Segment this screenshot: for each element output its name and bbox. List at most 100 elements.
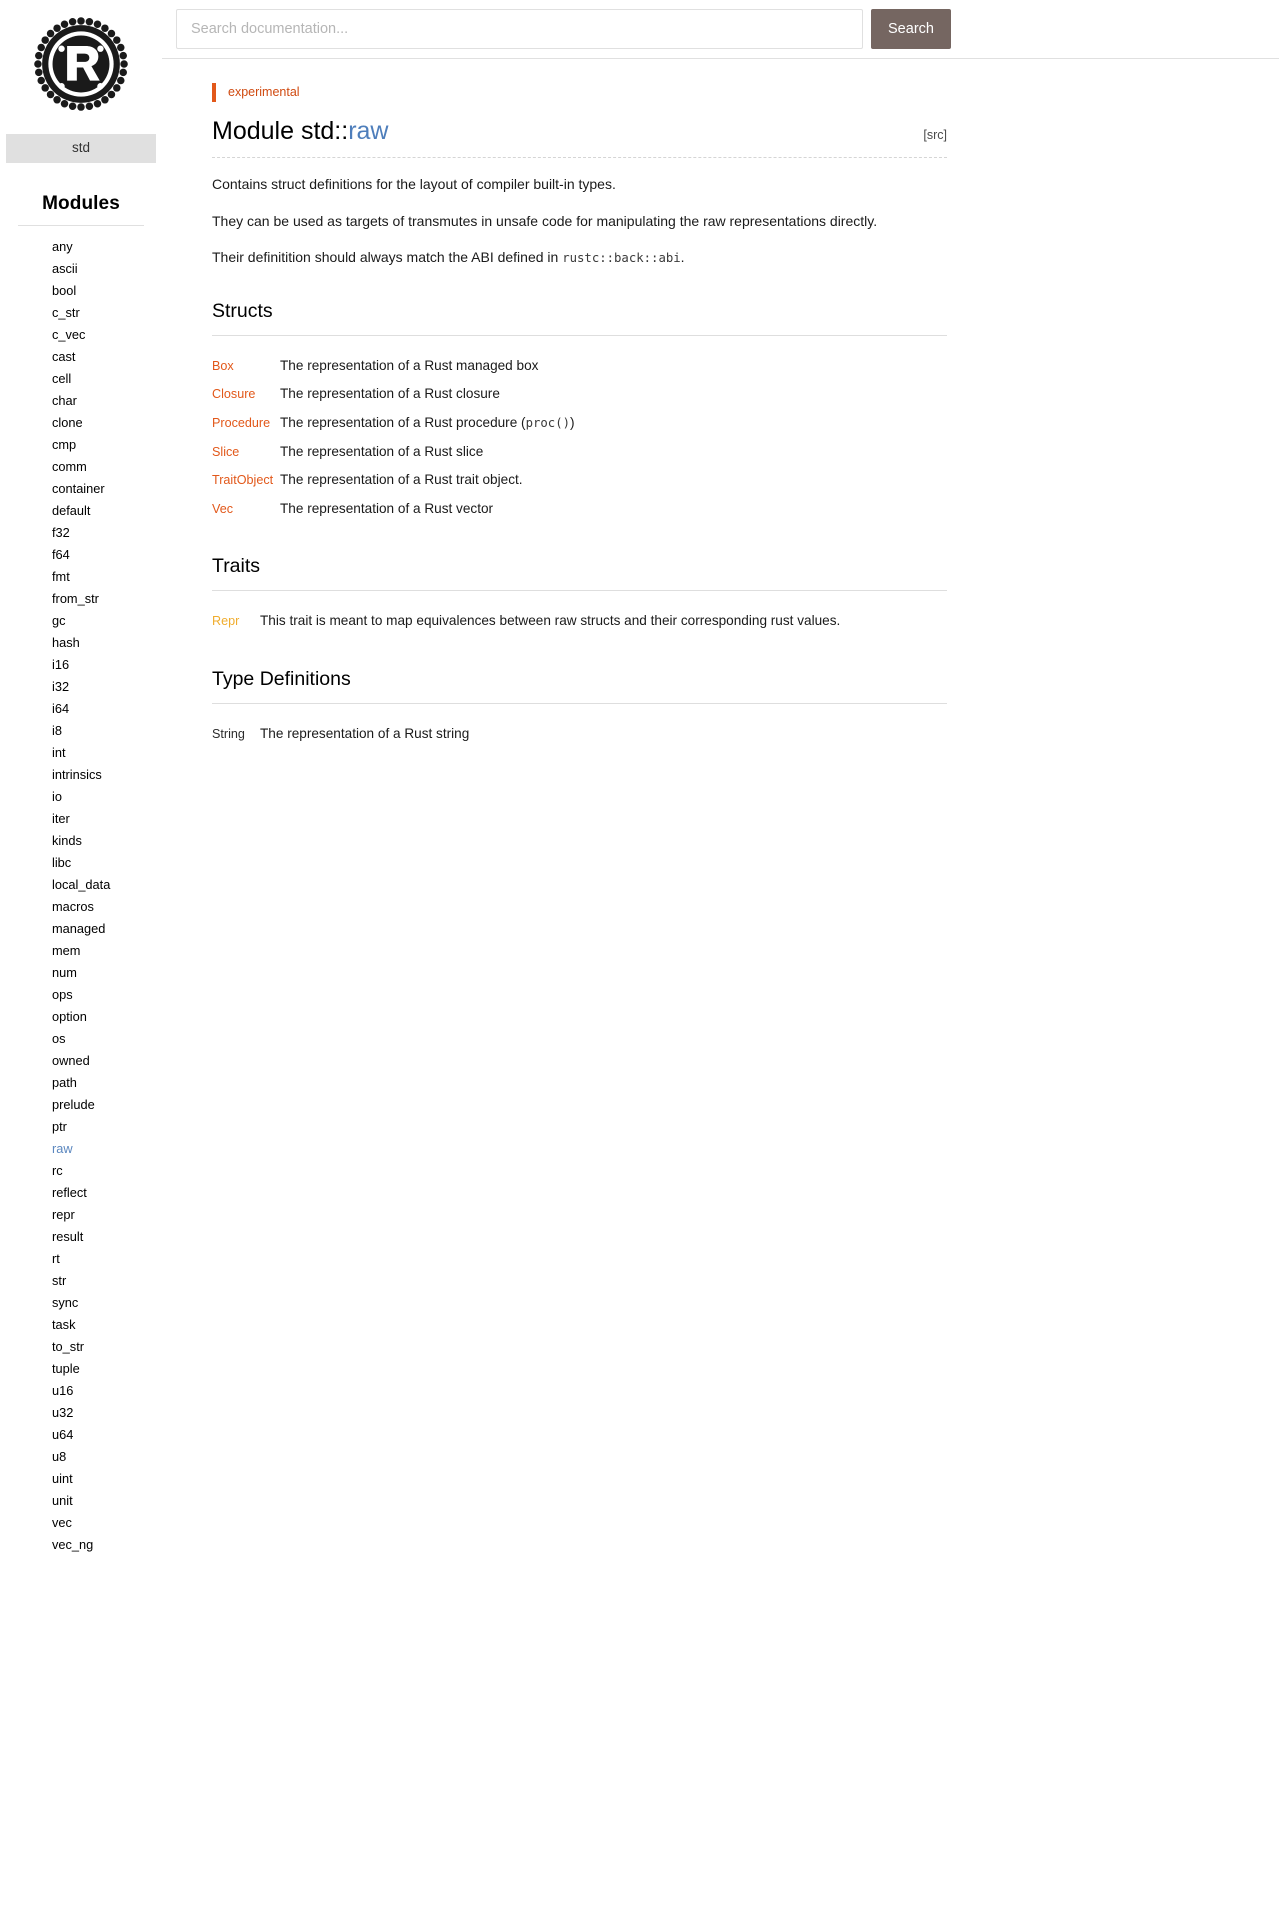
sidebar-item-cell[interactable]: cell: [0, 368, 162, 390]
sidebar-item-f64[interactable]: f64: [0, 544, 162, 566]
sidebar-item-fmt[interactable]: fmt: [0, 566, 162, 588]
sidebar-item-sync[interactable]: sync: [0, 1292, 162, 1314]
item-link-closure[interactable]: Closure: [212, 387, 255, 401]
item-link-procedure[interactable]: Procedure: [212, 416, 270, 430]
structs-table: Box The representation of a Rust managed …: [212, 352, 947, 524]
abi-suffix: .: [680, 248, 685, 265]
sidebar-item-i16[interactable]: i16: [0, 654, 162, 676]
rust-logo[interactable]: [0, 8, 162, 120]
item-desc-text: The representation of a Rust string: [260, 726, 470, 742]
sidebar-item-container[interactable]: container: [0, 478, 162, 500]
sidebar-item-cmp[interactable]: cmp: [0, 434, 162, 456]
table-row: String The representation of a Rust strin…: [212, 720, 947, 749]
item-link-string[interactable]: String: [212, 727, 245, 741]
sidebar-item-prelude[interactable]: prelude: [0, 1094, 162, 1116]
table-row: Vec The representation of a Rust vector: [212, 495, 947, 524]
sidebar-item-any[interactable]: any: [0, 236, 162, 258]
sidebar-item-os[interactable]: os: [0, 1028, 162, 1050]
sidebar-item-uint[interactable]: uint: [0, 1468, 162, 1490]
structs-heading: Structs: [212, 300, 947, 336]
item-desc-cell: The representation of a Rust closure: [280, 380, 947, 409]
sidebar-item-result[interactable]: result: [0, 1226, 162, 1248]
page-title-module: raw: [348, 117, 389, 145]
sidebar-item-clone[interactable]: clone: [0, 412, 162, 434]
item-desc-cell: The representation of a Rust procedure (…: [280, 409, 947, 438]
sidebar-item-u16[interactable]: u16: [0, 1380, 162, 1402]
sidebar-item-hash[interactable]: hash: [0, 632, 162, 654]
sidebar-item-rc[interactable]: rc: [0, 1160, 162, 1182]
sidebar-item-ascii[interactable]: ascii: [0, 258, 162, 280]
sidebar-item-char[interactable]: char: [0, 390, 162, 412]
item-desc-cell: The representation of a Rust vector: [280, 495, 947, 524]
sidebar-item-u8[interactable]: u8: [0, 1446, 162, 1468]
sidebar-item-unit[interactable]: unit: [0, 1490, 162, 1512]
sidebar-item-reflect[interactable]: reflect: [0, 1182, 162, 1204]
item-link-box[interactable]: Box: [212, 359, 234, 373]
sidebar-item-vec[interactable]: vec: [0, 1512, 162, 1534]
sidebar-item-raw[interactable]: raw: [0, 1138, 162, 1160]
sidebar-item-f32[interactable]: f32: [0, 522, 162, 544]
sidebar-item-bool[interactable]: bool: [0, 280, 162, 302]
item-name-cell: Box: [212, 352, 280, 381]
sidebar-item-task[interactable]: task: [0, 1314, 162, 1336]
sidebar-item-kinds[interactable]: kinds: [0, 830, 162, 852]
sidebar-item-vec_ng[interactable]: vec_ng: [0, 1534, 162, 1556]
sidebar-item-tuple[interactable]: tuple: [0, 1358, 162, 1380]
typedefs-table: String The representation of a Rust strin…: [212, 720, 947, 749]
sidebar-item-i64[interactable]: i64: [0, 698, 162, 720]
sidebar-item-rt[interactable]: rt: [0, 1248, 162, 1270]
sidebar-item-local_data[interactable]: local_data: [0, 874, 162, 896]
sidebar-item-intrinsics[interactable]: intrinsics: [0, 764, 162, 786]
sidebar-item-str[interactable]: str: [0, 1270, 162, 1292]
search-button[interactable]: Search: [871, 9, 951, 49]
item-name-cell: Repr: [212, 607, 260, 636]
sidebar-item-int[interactable]: int: [0, 742, 162, 764]
sidebar-item-to_str[interactable]: to_str: [0, 1336, 162, 1358]
sidebar-item-option[interactable]: option: [0, 1006, 162, 1028]
table-row: Repr This trait is meant to map equivalen…: [212, 607, 947, 636]
item-desc-text: This trait is meant to map equivalences …: [260, 613, 841, 629]
sidebar-item-managed[interactable]: managed: [0, 918, 162, 940]
table-row: Box The representation of a Rust managed …: [212, 352, 947, 381]
item-name-cell: Procedure: [212, 409, 280, 438]
sidebar-item-macros[interactable]: macros: [0, 896, 162, 918]
src-link[interactable]: [src]: [923, 128, 947, 144]
stability-badge: experimental: [212, 83, 947, 102]
item-link-repr[interactable]: Repr: [212, 614, 239, 628]
sidebar-item-path[interactable]: path: [0, 1072, 162, 1094]
sidebar-item-owned[interactable]: owned: [0, 1050, 162, 1072]
table-row: TraitObject The representation of a Rust …: [212, 466, 947, 495]
item-link-slice[interactable]: Slice: [212, 445, 239, 459]
item-desc-text: The representation of a Rust trait objec…: [280, 472, 523, 488]
sidebar-item-ptr[interactable]: ptr: [0, 1116, 162, 1138]
sidebar-item-gc[interactable]: gc: [0, 610, 162, 632]
item-name-cell: Slice: [212, 438, 280, 467]
item-link-traitobject[interactable]: TraitObject: [212, 473, 273, 487]
module-docblock: Contains struct definitions for the layo…: [212, 174, 947, 267]
sidebar-item-repr[interactable]: repr: [0, 1204, 162, 1226]
abi-code: rustc::back::abi: [562, 250, 681, 265]
sidebar-item-c_vec[interactable]: c_vec: [0, 324, 162, 346]
item-link-vec[interactable]: Vec: [212, 502, 233, 516]
item-desc-text: The representation of a Rust closure: [280, 386, 500, 402]
table-row: Slice The representation of a Rust slice: [212, 438, 947, 467]
sidebar-item-u64[interactable]: u64: [0, 1424, 162, 1446]
item-desc-cell: This trait is meant to map equivalences …: [260, 607, 947, 636]
page-title-prefix: Module std::: [212, 117, 349, 145]
sidebar-item-u32[interactable]: u32: [0, 1402, 162, 1424]
sidebar-item-default[interactable]: default: [0, 500, 162, 522]
sidebar-item-ops[interactable]: ops: [0, 984, 162, 1006]
search-input[interactable]: [176, 9, 863, 49]
crate-label[interactable]: std: [6, 134, 156, 164]
sidebar-item-libc[interactable]: libc: [0, 852, 162, 874]
sidebar-item-i32[interactable]: i32: [0, 676, 162, 698]
sidebar-item-iter[interactable]: iter: [0, 808, 162, 830]
sidebar-item-cast[interactable]: cast: [0, 346, 162, 368]
sidebar-item-mem[interactable]: mem: [0, 940, 162, 962]
sidebar-item-from_str[interactable]: from_str: [0, 588, 162, 610]
sidebar-item-num[interactable]: num: [0, 962, 162, 984]
sidebar-item-i8[interactable]: i8: [0, 720, 162, 742]
sidebar-item-io[interactable]: io: [0, 786, 162, 808]
sidebar-item-c_str[interactable]: c_str: [0, 302, 162, 324]
sidebar-item-comm[interactable]: comm: [0, 456, 162, 478]
